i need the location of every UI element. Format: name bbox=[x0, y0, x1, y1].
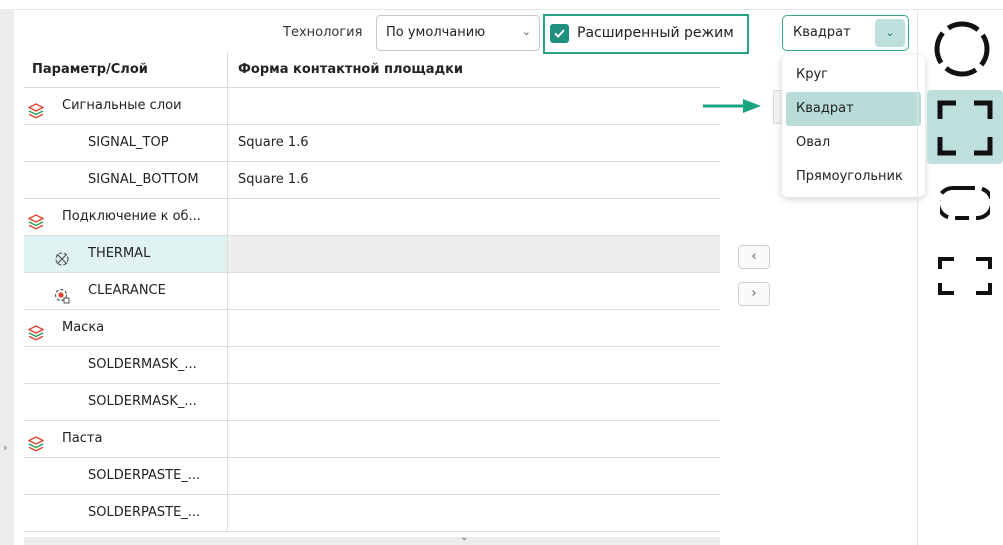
table-group-row[interactable]: Маска bbox=[24, 310, 720, 347]
table-group-row[interactable]: Сигнальные слои bbox=[24, 88, 720, 125]
layer-name-label: SIGNAL_BOTTOM bbox=[88, 172, 199, 187]
table-row[interactable]: SOLDERMASK_... bbox=[24, 384, 720, 421]
layer-name-label: THERMAL bbox=[88, 246, 151, 261]
pad-shape-cell[interactable] bbox=[228, 236, 720, 272]
layer-name-label: Паста bbox=[62, 431, 103, 446]
chevron-right-icon: › bbox=[751, 286, 757, 301]
circle-shape-icon[interactable] bbox=[932, 19, 992, 79]
advanced-mode-label[interactable]: Расширенный режим bbox=[577, 25, 734, 41]
shape-dropdown-menu: Круг Квадрат Овал Прямоугольник bbox=[782, 55, 925, 197]
table-row[interactable]: SIGNAL_BOTTOM Square 1.6 bbox=[24, 162, 720, 199]
table-row[interactable]: SOLDERMASK_... bbox=[24, 347, 720, 384]
layer-name-cell[interactable]: SOLDERMASK_... bbox=[24, 384, 228, 420]
layer-name-label: CLEARANCE bbox=[88, 283, 166, 298]
chevron-down-icon[interactable]: ⌄ bbox=[875, 19, 905, 47]
previous-button[interactable]: ‹ bbox=[738, 245, 770, 269]
next-button[interactable]: › bbox=[738, 282, 770, 306]
layer-name-cell[interactable]: SIGNAL_BOTTOM bbox=[24, 162, 228, 198]
layer-name-label: SOLDERPASTE_... bbox=[88, 505, 201, 520]
layer-name-cell[interactable]: SIGNAL_TOP bbox=[24, 125, 228, 161]
advanced-mode-checkbox[interactable] bbox=[550, 24, 569, 43]
thermal-icon bbox=[54, 246, 70, 266]
layer-name-label: Подключение к об... bbox=[62, 209, 201, 224]
pad-shape-cell[interactable] bbox=[228, 384, 720, 420]
pad-shape-value: Квадрат bbox=[793, 25, 851, 40]
table-row[interactable]: SIGNAL_TOP Square 1.6 bbox=[24, 125, 720, 162]
clearance-icon bbox=[54, 283, 70, 304]
layer-name-label: SOLDERMASK_... bbox=[88, 394, 197, 409]
pointer-arrow-icon bbox=[703, 99, 761, 113]
table-header: Параметр/Слой Форма контактной площадки bbox=[24, 52, 720, 88]
pad-shape-cell[interactable] bbox=[228, 273, 720, 309]
technology-select[interactable]: По умолчанию ⌄ bbox=[376, 15, 540, 51]
menu-item-rectangle[interactable]: Прямоугольник bbox=[786, 160, 921, 194]
horizontal-scrollbar[interactable]: ⌄ bbox=[24, 532, 720, 545]
menu-item-square[interactable]: Квадрат bbox=[786, 92, 921, 126]
layers-icon bbox=[27, 98, 45, 119]
rectangle-shape-icon[interactable] bbox=[938, 256, 992, 296]
table-row[interactable]: CLEARANCE bbox=[24, 273, 720, 310]
chevron-left-icon: ‹ bbox=[751, 249, 757, 264]
layers-icon bbox=[27, 431, 45, 452]
pad-shape-cell[interactable] bbox=[228, 458, 720, 494]
layers-icon bbox=[27, 320, 45, 341]
table-row[interactable]: THERMAL bbox=[24, 236, 720, 273]
pad-shape-cell[interactable] bbox=[228, 310, 720, 346]
layer-name-cell[interactable]: SOLDERPASTE_... bbox=[24, 458, 228, 494]
left-panel-strip bbox=[0, 9, 14, 545]
panel-divider bbox=[917, 10, 918, 545]
layer-name-cell[interactable]: THERMAL bbox=[24, 236, 228, 272]
top-divider bbox=[14, 9, 1003, 10]
pad-shape-cell[interactable]: Square 1.6 bbox=[228, 125, 720, 161]
pad-shape-cell[interactable] bbox=[228, 88, 720, 124]
table-group-row[interactable]: Подключение к об... bbox=[24, 199, 720, 236]
layer-name-label: SOLDERPASTE_... bbox=[88, 468, 201, 483]
square-shape-icon[interactable] bbox=[937, 100, 993, 156]
layer-name-label: SIGNAL_TOP bbox=[88, 135, 169, 150]
table-row[interactable]: SOLDERPASTE_... bbox=[24, 458, 720, 495]
layer-name-cell[interactable]: SOLDERPASTE_... bbox=[24, 495, 228, 531]
pad-shape-cell[interactable] bbox=[228, 421, 720, 457]
pad-shape-cell[interactable] bbox=[228, 347, 720, 383]
pad-shape-cell[interactable] bbox=[228, 495, 720, 531]
layer-params-table: Параметр/Слой Форма контактной площадки … bbox=[24, 52, 720, 537]
pad-shape-cell[interactable]: Square 1.6 bbox=[228, 162, 720, 198]
expand-panel-icon[interactable]: › bbox=[3, 441, 7, 454]
chevron-down-icon[interactable]: ⌄ bbox=[460, 532, 468, 543]
layer-name-cell[interactable]: CLEARANCE bbox=[24, 273, 228, 309]
oval-shape-icon[interactable] bbox=[940, 184, 990, 222]
layer-name-label: SOLDERMASK_... bbox=[88, 357, 197, 372]
table-group-row[interactable]: Паста bbox=[24, 421, 720, 458]
technology-label: Технология bbox=[283, 25, 363, 40]
layers-icon bbox=[27, 209, 45, 230]
layer-name-label: Сигнальные слои bbox=[62, 98, 182, 113]
layer-name-cell[interactable]: Маска bbox=[24, 310, 228, 346]
pad-shape-select[interactable]: Квадрат ⌄ bbox=[782, 15, 909, 51]
layer-name-cell[interactable]: SOLDERMASK_... bbox=[24, 347, 228, 383]
column-header-pad-shape[interactable]: Форма контактной площадки bbox=[228, 52, 720, 87]
layer-name-label: Маска bbox=[62, 320, 105, 335]
menu-item-circle[interactable]: Круг bbox=[786, 58, 921, 92]
layer-name-cell[interactable]: Подключение к об... bbox=[24, 199, 228, 235]
chevron-down-icon: ⌄ bbox=[521, 25, 531, 38]
column-header-param[interactable]: Параметр/Слой bbox=[24, 52, 228, 87]
layer-name-cell[interactable]: Сигнальные слои bbox=[24, 88, 228, 124]
menu-item-oval[interactable]: Овал bbox=[786, 126, 921, 160]
layer-name-cell[interactable]: Паста bbox=[24, 421, 228, 457]
technology-value: По умолчанию bbox=[386, 25, 486, 40]
table-row[interactable]: SOLDERPASTE_... bbox=[24, 495, 720, 532]
pad-shape-cell[interactable] bbox=[228, 199, 720, 235]
